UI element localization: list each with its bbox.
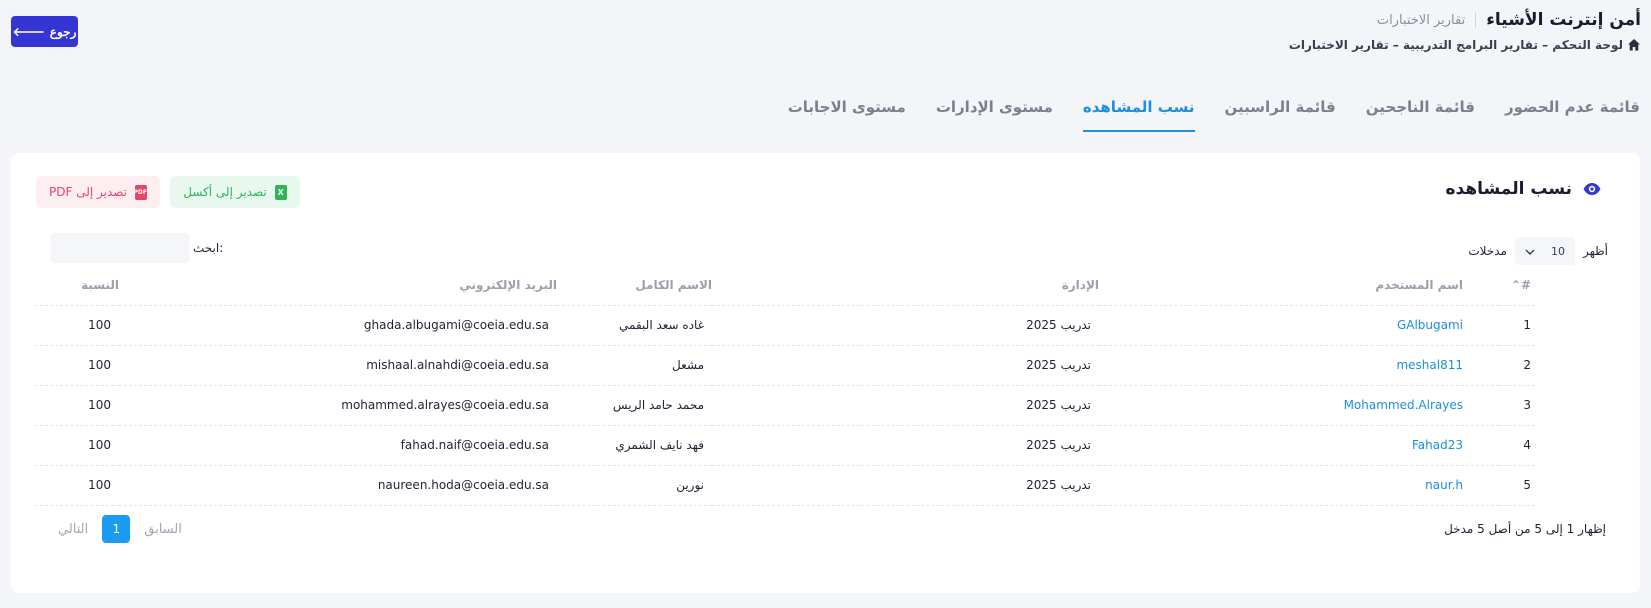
breadcrumb: لوحة التحكم – تقارير البرامج التدريبية –…	[1289, 38, 1641, 52]
app-title: أمن إنترنت الأشياء	[1486, 10, 1641, 30]
table-info: إظهار 1 إلى 5 من أصل 5 مدخل	[1444, 522, 1606, 536]
column-header-percentage[interactable]: النسبة	[35, 265, 119, 306]
tab-label: قائمة الناجحين	[1365, 98, 1475, 116]
full-name-cell: مشعل	[557, 345, 712, 386]
report-card: نسب المشاهده PDF تصدير إلى PDF X تصدير إ…	[11, 153, 1640, 593]
percentage-cell: 100	[35, 465, 119, 506]
next-page-button[interactable]: التالي	[58, 522, 88, 537]
row-number: 3	[1499, 385, 1535, 426]
report-tabs: قائمة عدم الحضور قائمة الناجحين قائمة ال…	[788, 90, 1640, 132]
column-header-email[interactable]: البريد الإلكتروني	[119, 265, 557, 306]
title-divider	[1475, 12, 1477, 28]
table-row: 5 naur.h تدريب 2025 نورين naureen.hoda@c…	[35, 465, 1535, 506]
tab-view-rates[interactable]: نسب المشاهده	[1082, 90, 1195, 132]
department-cell: تدريب 2025	[712, 385, 1099, 426]
export-pdf-button[interactable]: PDF تصدير إلى PDF	[36, 176, 160, 208]
column-header-department[interactable]: الإدارة	[712, 265, 1099, 306]
table-header-row: #⌃ اسم المستخدم الإدارة الاسم الكامل الب…	[35, 265, 1535, 306]
page-length-value: 10	[1550, 244, 1565, 258]
view-rates-table: #⌃ اسم المستخدم الإدارة الاسم الكامل الب…	[35, 265, 1535, 506]
column-header-username[interactable]: اسم المستخدم	[1099, 265, 1499, 306]
title-row: أمن إنترنت الأشياء تقارير الاختبارات	[1377, 10, 1641, 30]
chevron-down-icon	[1525, 245, 1535, 258]
export-excel-label: تصدير إلى أكسل	[183, 185, 267, 199]
page-1-button[interactable]: 1	[102, 515, 131, 543]
department-cell: تدريب 2025	[712, 345, 1099, 386]
search-input[interactable]	[51, 233, 189, 263]
export-pdf-label: تصدير إلى PDF	[48, 185, 128, 199]
full-name-cell: فهد نايف الشمري	[557, 425, 712, 466]
eye-icon	[1582, 179, 1602, 199]
row-number: 4	[1499, 425, 1535, 466]
email-cell: mishaal.alnahdi@coeia.edu.sa	[119, 345, 557, 386]
tab-passed[interactable]: قائمة الناجحين	[1366, 90, 1475, 132]
export-excel-button[interactable]: X تصدير إلى أكسل	[170, 176, 300, 208]
table-row: 3 Mohammed.Alrayes تدريب 2025 محمد حامد …	[35, 385, 1535, 426]
row-number: 2	[1499, 345, 1535, 386]
excel-file-icon: X	[274, 184, 287, 200]
column-header-number[interactable]: #⌃	[1499, 265, 1535, 306]
export-buttons: PDF تصدير إلى PDF X تصدير إلى أكسل	[36, 176, 300, 208]
page-header: أمن إنترنت الأشياء تقارير الاختبارات لوح…	[10, 8, 1641, 68]
email-cell: ghada.albugami@coeia.edu.sa	[119, 305, 557, 346]
sort-icon: ⌃	[1510, 277, 1521, 292]
card-title: نسب المشاهده	[1445, 179, 1572, 199]
entries-label: مدخلات	[1468, 244, 1507, 258]
full-name-cell: محمد حامد الريس	[557, 385, 712, 426]
username-link[interactable]: GAlbugami	[1099, 305, 1499, 346]
table-row: 1 GAlbugami تدريب 2025 غاده سعد البقمي g…	[35, 305, 1535, 346]
table-row: 4 Fahad23 تدريب 2025 فهد نايف الشمري fah…	[35, 425, 1535, 466]
tab-department-level[interactable]: مستوى الإدارات	[936, 90, 1053, 132]
previous-page-button[interactable]: السابق	[144, 522, 182, 537]
row-number: 5	[1499, 465, 1535, 506]
full-name-cell: غاده سعد البقمي	[557, 305, 712, 346]
search-control: ابحث:	[51, 233, 223, 263]
username-link[interactable]: Mohammed.Alrayes	[1099, 385, 1499, 426]
search-label: ابحث:	[193, 241, 224, 255]
page-length-select[interactable]: 10	[1514, 237, 1575, 265]
username-link[interactable]: Fahad23	[1099, 425, 1499, 466]
username-link[interactable]: naur.h	[1099, 465, 1499, 506]
arrow-left-icon: 🡐	[12, 25, 45, 39]
pdf-file-icon: PDF	[134, 184, 148, 200]
email-cell: mohammed.alrayes@coeia.edu.sa	[119, 385, 557, 426]
percentage-cell: 100	[35, 425, 119, 466]
table-row: 2 meshal811 تدريب 2025 مشعل mishaal.alna…	[35, 345, 1535, 386]
page-subtitle: تقارير الاختبارات	[1376, 12, 1466, 28]
department-cell: تدريب 2025	[712, 465, 1099, 506]
email-cell: fahad.naif@coeia.edu.sa	[119, 425, 557, 466]
percentage-cell: 100	[35, 385, 119, 426]
tab-answers-level[interactable]: مستوى الاجابات	[788, 90, 906, 132]
email-cell: naureen.hoda@coeia.edu.sa	[119, 465, 557, 506]
column-header-full-name[interactable]: الاسم الكامل	[557, 265, 712, 306]
tab-absence[interactable]: قائمة عدم الحضور	[1505, 90, 1640, 132]
card-header: نسب المشاهده	[1445, 179, 1602, 199]
percentage-cell: 100	[35, 345, 119, 386]
pagination: التالي 1 السابق	[58, 515, 182, 543]
tab-label: مستوى الإدارات	[935, 98, 1053, 116]
home-icon[interactable]	[1627, 38, 1641, 52]
tab-label: مستوى الاجابات	[787, 98, 906, 116]
department-cell: تدريب 2025	[712, 425, 1099, 466]
row-number: 1	[1499, 305, 1535, 346]
tab-label: قائمة الراسبين	[1224, 98, 1336, 116]
breadcrumb-text[interactable]: لوحة التحكم – تقارير البرامج التدريبية –…	[1289, 38, 1623, 52]
back-button[interactable]: 🡐 رجوع	[11, 16, 78, 47]
percentage-cell: 100	[35, 305, 119, 346]
department-cell: تدريب 2025	[712, 305, 1099, 346]
back-button-label: رجوع	[49, 24, 77, 39]
username-link[interactable]: meshal811	[1099, 345, 1499, 386]
tab-label: نسب المشاهده	[1082, 98, 1195, 116]
page-length-control: أظهر 10 مدخلات	[1468, 237, 1608, 265]
tab-failed[interactable]: قائمة الراسبين	[1225, 90, 1336, 132]
show-label: أظهر	[1582, 244, 1608, 258]
full-name-cell: نورين	[557, 465, 712, 506]
tab-label: قائمة عدم الحضور	[1505, 98, 1640, 116]
